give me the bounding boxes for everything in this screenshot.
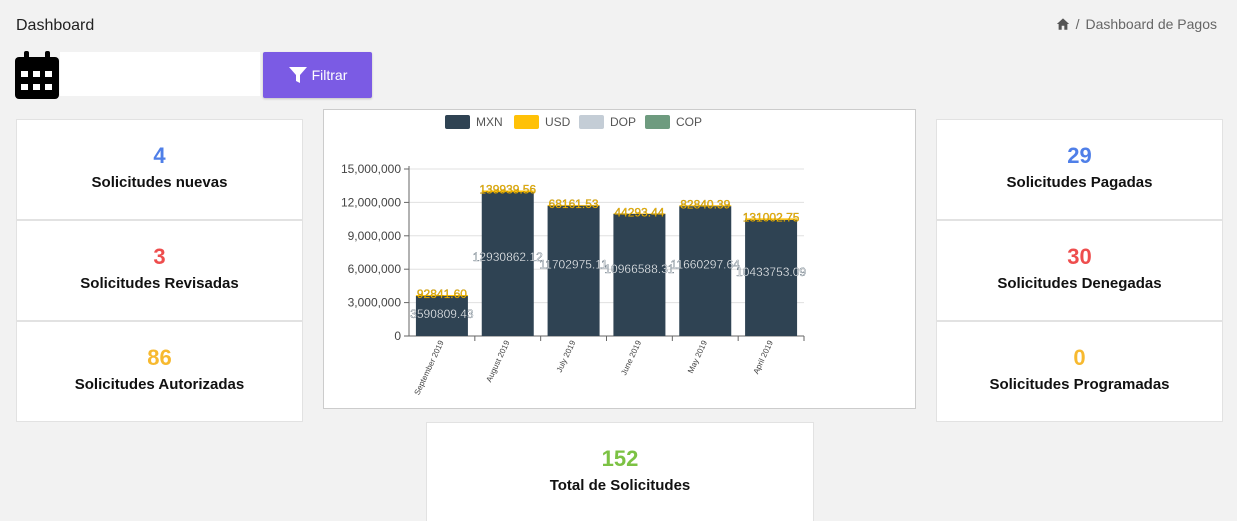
card-label: Solicitudes nuevas	[91, 174, 228, 191]
legend-swatch-usd	[514, 115, 539, 129]
card-label: Solicitudes Autorizadas	[74, 376, 245, 393]
data-label-mxn: 3590809.43	[410, 307, 474, 321]
legend-swatch-mxn	[445, 115, 470, 129]
x-tick-label: June 2019	[619, 339, 643, 377]
data-label-usd: 82840.39	[680, 197, 730, 211]
y-tick-label: 15,000,000	[341, 162, 401, 176]
filter-button[interactable]: Filtrar	[263, 52, 372, 98]
card-value: 152	[601, 446, 639, 471]
legend-label-mxn: MXN	[476, 115, 503, 129]
date-range-input[interactable]	[60, 52, 260, 96]
x-tick-label: May 2019	[686, 339, 709, 375]
card-value: 86	[147, 345, 172, 370]
card-solicitudes-nuevas[interactable]: 4 Solicitudes nuevas	[16, 119, 303, 220]
card-solicitudes-denegadas[interactable]: 30 Solicitudes Denegadas	[936, 220, 1223, 321]
data-label-usd: 131002.75	[743, 210, 800, 224]
card-solicitudes-autorizadas[interactable]: 86 Solicitudes Autorizadas	[16, 321, 303, 422]
card-value: 3	[153, 244, 166, 269]
breadcrumb: / Dashboard de Pagos	[1056, 16, 1217, 32]
x-tick-label: August 2019	[484, 339, 511, 384]
data-label-mxn: 10966588.31	[604, 262, 674, 276]
breadcrumb-separator: /	[1075, 16, 1080, 32]
y-tick-label: 0	[394, 329, 401, 343]
card-total-solicitudes[interactable]: 152 Total de Solicitudes	[426, 422, 814, 521]
payments-chart: MXN USD DOP COP 0 3,000,000 6,000,000 9,000,000…	[323, 109, 916, 409]
home-icon[interactable]	[1056, 17, 1070, 31]
y-tick-label: 3,000,000	[348, 296, 402, 310]
data-label-usd: 92841.60	[417, 287, 467, 301]
data-label-usd: 44293.44	[614, 205, 664, 219]
card-label: Solicitudes Denegadas	[997, 275, 1162, 292]
data-label-mxn: 10433753.09	[736, 265, 806, 279]
bar-mxn	[481, 192, 534, 336]
card-value: 0	[1073, 345, 1086, 370]
legend-label-cop: COP	[676, 115, 702, 129]
filter-button-label: Filtrar	[311, 67, 348, 83]
card-solicitudes-programadas[interactable]: 0 Solicitudes Programadas	[936, 321, 1223, 422]
card-solicitudes-pagadas[interactable]: 29 Solicitudes Pagadas	[936, 119, 1223, 220]
calendar-icon[interactable]	[15, 51, 59, 99]
card-value: 4	[153, 143, 166, 168]
legend-swatch-dop	[579, 115, 604, 129]
card-label: Total de Solicitudes	[549, 477, 691, 494]
y-tick-label: 12,000,000	[341, 195, 401, 209]
filter-icon	[288, 67, 307, 83]
legend-swatch-cop	[645, 115, 670, 129]
legend-label-usd: USD	[545, 115, 571, 129]
data-label-mxn: 11660297.64	[671, 258, 741, 272]
data-label-mxn: 11702975.11	[539, 257, 608, 271]
x-tick-label: April 2019	[752, 339, 776, 376]
y-tick-label: 9,000,000	[348, 229, 402, 243]
card-label: Solicitudes Revisadas	[80, 275, 239, 292]
data-label-usd: 139939.56	[479, 182, 536, 196]
data-label-usd: 68161.53	[549, 197, 599, 211]
card-label: Solicitudes Programadas	[989, 376, 1170, 393]
card-value: 30	[1067, 244, 1092, 269]
breadcrumb-current[interactable]: Dashboard de Pagos	[1085, 16, 1217, 32]
bar-chart-svg: MXN USD DOP COP 0 3,000,000 6,000,000 9,000,000…	[341, 115, 807, 397]
legend-label-dop: DOP	[610, 115, 636, 129]
data-label-mxn: 12930862.12	[473, 250, 543, 264]
x-tick-label: July 2019	[555, 339, 578, 374]
page-title: Dashboard	[16, 17, 95, 34]
y-tick-label: 6,000,000	[348, 262, 402, 276]
card-value: 29	[1067, 143, 1092, 168]
x-tick-label: September 2019	[413, 339, 446, 397]
card-solicitudes-revisadas[interactable]: 3 Solicitudes Revisadas	[16, 220, 303, 321]
card-label: Solicitudes Pagadas	[1006, 174, 1153, 191]
